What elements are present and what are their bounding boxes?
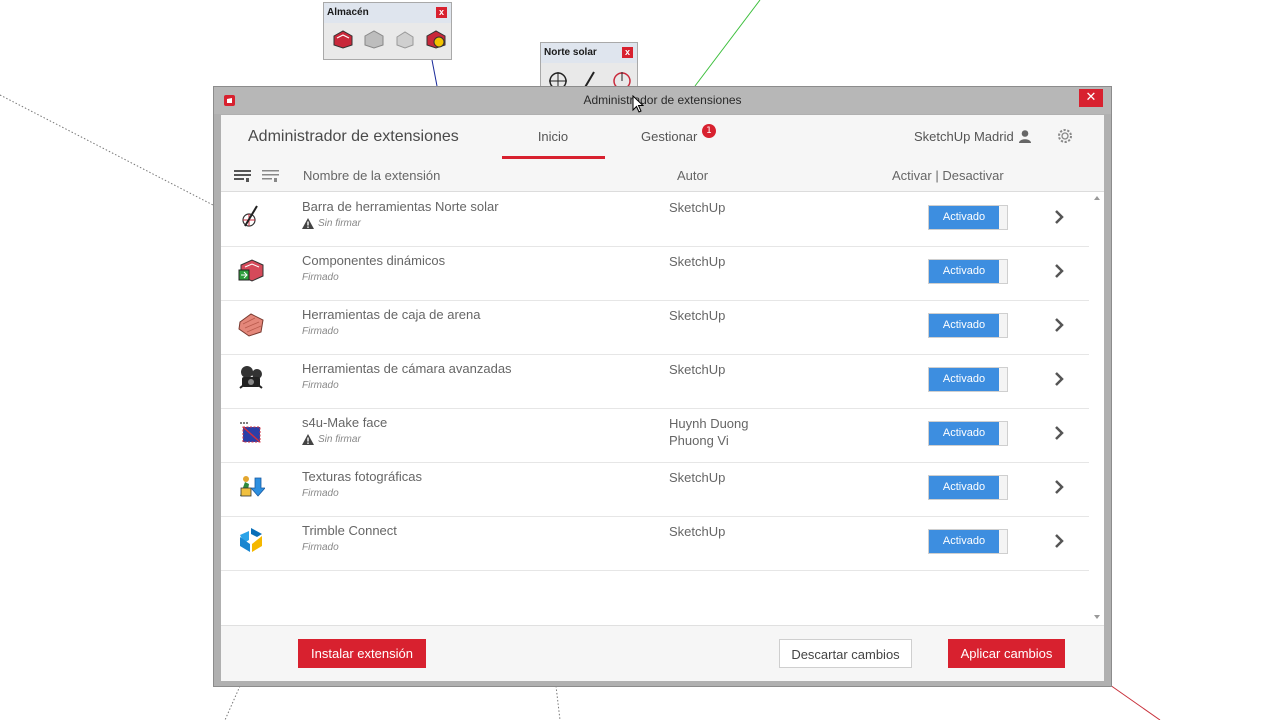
chevron-right-icon[interactable] xyxy=(1054,480,1064,494)
chevron-right-icon[interactable] xyxy=(1054,426,1064,440)
gear-icon[interactable] xyxy=(1056,127,1074,145)
close-icon[interactable]: x xyxy=(622,47,633,58)
extension-name: s4u-Make face xyxy=(302,415,388,430)
chevron-right-icon[interactable] xyxy=(1054,210,1064,224)
extension-author: SketchUp xyxy=(669,308,726,323)
signature-status: Sin firmar xyxy=(302,434,361,445)
signature-status: Firmado xyxy=(302,272,339,283)
extension-name: Trimble Connect xyxy=(302,523,397,538)
signature-status: Firmado xyxy=(302,380,339,391)
window-title: Administrador de extensiones xyxy=(583,93,742,107)
chevron-right-icon[interactable] xyxy=(1054,318,1064,332)
activate-toggle[interactable]: Activado xyxy=(928,367,1008,392)
toggle-on-label: Activado xyxy=(929,260,999,283)
column-name[interactable]: Nombre de la extensión xyxy=(303,168,440,183)
toolbar-almacen: Almacén x xyxy=(323,2,452,60)
activate-toggle[interactable]: Activado xyxy=(928,421,1008,446)
page-title: Administrador de extensiones xyxy=(248,128,459,145)
column-activate: Activar | Desactivar xyxy=(892,168,1004,183)
activate-toggle[interactable]: Activado xyxy=(928,205,1008,230)
north-solar-icon xyxy=(242,205,258,227)
warehouse-gray-icon[interactable] xyxy=(362,28,386,50)
notification-badge: 1 xyxy=(702,124,716,138)
extension-author: SketchUp xyxy=(669,200,726,215)
extension-name: Texturas fotográficas xyxy=(302,469,422,484)
close-icon[interactable]: x xyxy=(436,7,447,18)
toggle-on-label: Activado xyxy=(929,530,999,553)
column-author[interactable]: Autor xyxy=(677,168,708,183)
activate-toggle[interactable]: Activado xyxy=(928,475,1008,500)
install-extension-button[interactable]: Instalar extensión xyxy=(298,639,426,668)
activate-toggle[interactable]: Activado xyxy=(928,313,1008,338)
make-face-icon xyxy=(239,420,261,443)
apply-changes-button[interactable]: Aplicar cambios xyxy=(948,639,1065,668)
extension-author: SketchUp xyxy=(669,362,726,377)
trimble-connect-icon xyxy=(240,528,262,552)
signature-status: Firmado xyxy=(302,488,339,499)
dialog-header: Administrador de extensiones Inicio Gest… xyxy=(221,115,1104,159)
extension-author: SketchUp xyxy=(669,524,726,539)
window-close-button[interactable]: ✕ xyxy=(1079,89,1103,107)
photo-textures-icon xyxy=(240,476,265,497)
activate-toggle[interactable]: Activado xyxy=(928,529,1008,554)
chevron-right-icon[interactable] xyxy=(1054,372,1064,386)
list-item[interactable]: Barra de herramientas Norte solar Sin fi… xyxy=(221,192,1089,247)
extension-name: Herramientas de caja de arena xyxy=(302,307,481,322)
warning-icon xyxy=(302,218,314,229)
activate-toggle[interactable]: Activado xyxy=(928,259,1008,284)
list-item[interactable]: Texturas fotográficas Firmado SketchUp A… xyxy=(221,462,1089,517)
extension-author: SketchUp xyxy=(669,254,726,269)
user-name[interactable]: SketchUp Madrid xyxy=(914,129,1014,144)
extension-author: SketchUp xyxy=(669,470,726,485)
dialog-footer: Instalar extensión Descartar cambios Apl… xyxy=(221,625,1104,681)
warning-icon xyxy=(302,434,314,445)
extension-name: Herramientas de cámara avanzadas xyxy=(302,361,512,376)
warehouse-share-icon[interactable] xyxy=(424,28,448,50)
toolbar-norte-solar-title: Norte solar x xyxy=(541,43,637,63)
tab-gestionar[interactable]: Gestionar xyxy=(641,129,697,144)
extension-list: Barra de herramientas Norte solar Sin fi… xyxy=(221,192,1089,624)
dynamic-components-icon xyxy=(238,259,264,282)
chevron-right-icon[interactable] xyxy=(1054,534,1064,548)
user-icon[interactable] xyxy=(1018,129,1032,143)
extension-name: Barra de herramientas Norte solar xyxy=(302,199,499,214)
camera-icon xyxy=(239,366,263,389)
column-header: Nombre de la extensión Autor Activar | D… xyxy=(221,159,1104,192)
extension-manager-dialog: Administrador de extensiones ✕ Administr… xyxy=(213,86,1112,687)
list-view-icon[interactable] xyxy=(234,169,251,183)
warehouse-red-icon[interactable] xyxy=(331,28,355,50)
list-scrollbar[interactable] xyxy=(1092,195,1102,620)
extension-author: Huynh Duong Phuong Vi xyxy=(669,416,749,448)
list-item[interactable]: Trimble Connect Firmado SketchUp Activad… xyxy=(221,516,1089,571)
tab-inicio[interactable]: Inicio xyxy=(502,129,604,159)
toolbar-norte-solar: Norte solar x xyxy=(540,42,638,88)
dialog-content: Administrador de extensiones Inicio Gest… xyxy=(221,115,1104,681)
toggle-on-label: Activado xyxy=(929,422,999,445)
list-item[interactable]: Herramientas de cámara avanzadas Firmado… xyxy=(221,354,1089,409)
signature-status: Sin firmar xyxy=(302,218,361,229)
window-titlebar[interactable]: Administrador de extensiones ✕ xyxy=(214,87,1111,114)
signature-status: Firmado xyxy=(302,542,339,553)
signature-status: Firmado xyxy=(302,326,339,337)
sandbox-icon xyxy=(238,313,264,337)
toggle-on-label: Activado xyxy=(929,314,999,337)
list-item[interactable]: Herramientas de caja de arena Firmado Sk… xyxy=(221,300,1089,355)
compact-view-icon[interactable] xyxy=(262,169,279,183)
list-item[interactable]: Componentes dinámicos Firmado SketchUp A… xyxy=(221,246,1089,301)
extension-name: Componentes dinámicos xyxy=(302,253,446,268)
discard-changes-button[interactable]: Descartar cambios xyxy=(779,639,912,668)
warehouse-gray2-icon[interactable] xyxy=(393,28,417,50)
mouse-cursor-icon xyxy=(632,95,644,113)
toggle-on-label: Activado xyxy=(929,206,999,229)
chevron-right-icon[interactable] xyxy=(1054,264,1064,278)
toggle-on-label: Activado xyxy=(929,476,999,499)
list-item[interactable]: s4u-Make face Sin firmar Huynh Duong Phu… xyxy=(221,408,1089,463)
toolbar-almacen-title: Almacén x xyxy=(324,3,451,23)
toggle-on-label: Activado xyxy=(929,368,999,391)
